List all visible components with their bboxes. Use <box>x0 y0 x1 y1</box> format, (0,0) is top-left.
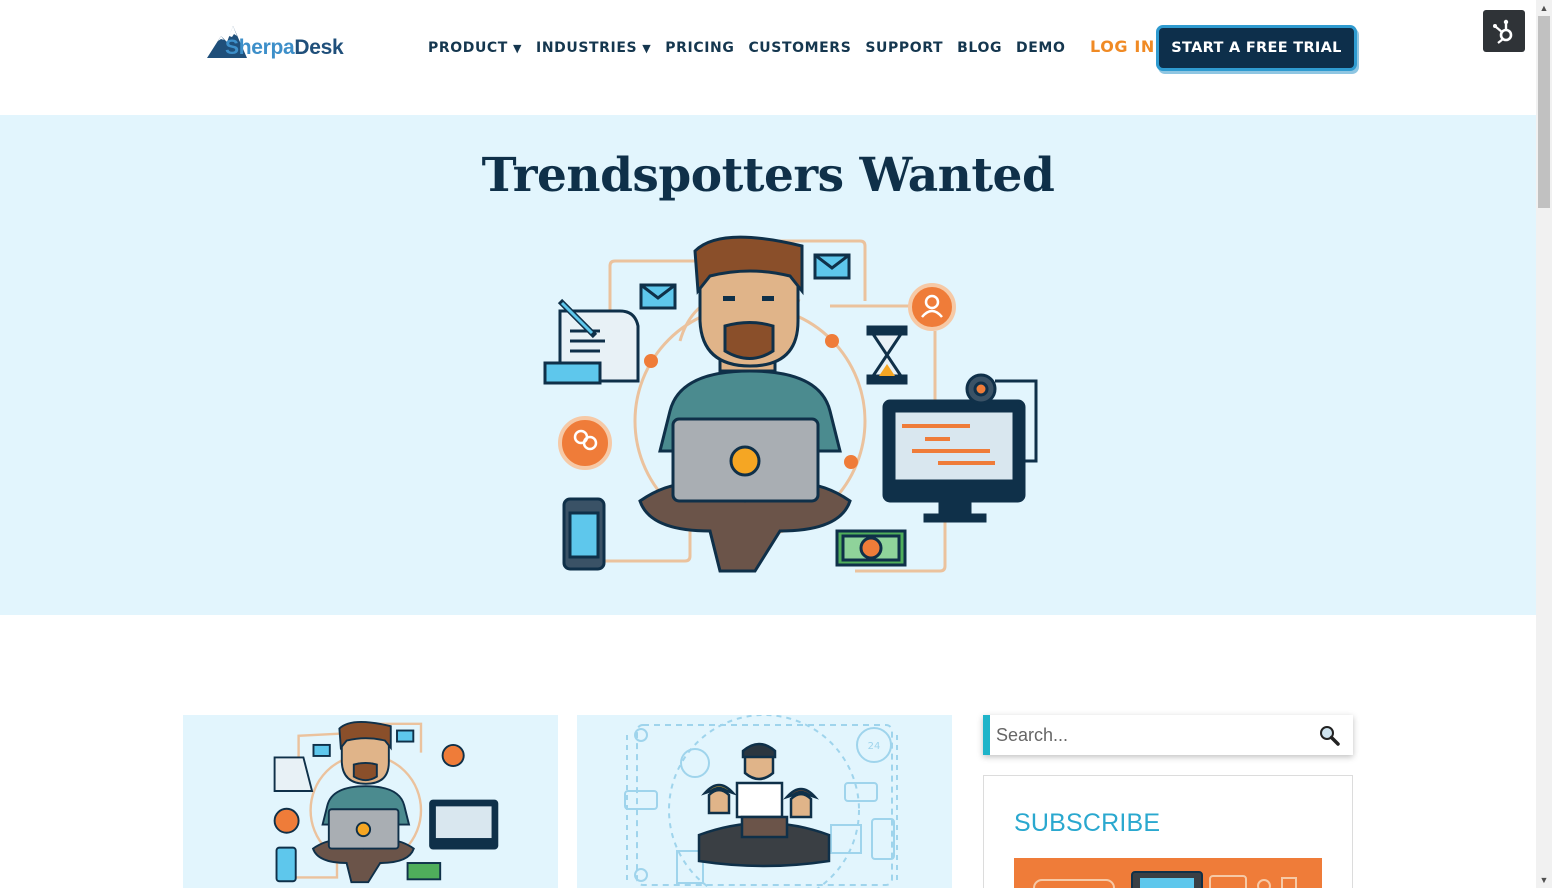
chevron-down-icon: ▼ <box>642 42 652 55</box>
logo-wordmark: SherpaDesk <box>225 36 344 60</box>
nav-industries[interactable]: INDUSTRIES ▼ <box>536 38 651 58</box>
developer-with-laptop-illustration <box>273 721 499 884</box>
scroll-down-arrow-icon[interactable]: ▼ <box>1536 872 1552 888</box>
hero-banner: Trendspotters Wanted <box>0 115 1536 615</box>
hubspot-sprocket-icon[interactable] <box>1483 10 1525 52</box>
page-scrollbar[interactable]: ▲ ▼ <box>1536 0 1552 888</box>
start-free-trial-button[interactable]: START A FREE TRIAL <box>1156 25 1357 71</box>
nav-support[interactable]: SUPPORT <box>865 38 943 58</box>
login-link[interactable]: LOG IN <box>1090 37 1155 56</box>
search-box <box>983 715 1353 755</box>
subscribe-widget: SUBSCRIBE <box>983 775 1353 888</box>
logo-word-sherpa: Sherpa <box>225 36 295 59</box>
post-card[interactable]: 24 <box>577 715 952 888</box>
scroll-up-arrow-icon[interactable]: ▲ <box>1536 0 1552 16</box>
nav-industries-label: INDUSTRIES <box>536 40 638 56</box>
nav-blog[interactable]: BLOG <box>957 38 1002 58</box>
site-header: SherpaDesk PRODUCT ▼ INDUSTRIES ▼ PRICING … <box>0 0 1536 115</box>
magnifier-icon[interactable] <box>1317 724 1341 748</box>
nav-product-label: PRODUCT <box>428 40 508 56</box>
nav-product[interactable]: PRODUCT ▼ <box>428 38 522 58</box>
developer-with-laptop-illustration <box>543 235 1038 573</box>
subscribe-title: SUBSCRIBE <box>1014 809 1161 837</box>
nav-customers[interactable]: CUSTOMERS <box>748 38 851 58</box>
main-nav: PRODUCT ▼ INDUSTRIES ▼ PRICING CUSTOMERS S… <box>428 38 1079 58</box>
nav-demo[interactable]: DEMO <box>1016 38 1065 58</box>
post-card[interactable] <box>183 715 558 888</box>
svg-text:24: 24 <box>868 741 881 752</box>
team-meeting-illustration: 24 <box>624 715 898 888</box>
sherpadesk-logo[interactable]: SherpaDesk <box>207 22 357 64</box>
nav-pricing[interactable]: PRICING <box>665 38 734 58</box>
search-input[interactable] <box>996 717 1306 753</box>
chevron-down-icon: ▼ <box>512 42 523 55</box>
logo-word-desk: Desk <box>294 36 344 59</box>
subscribe-banner-image <box>1014 858 1322 888</box>
scrollbar-thumb[interactable] <box>1538 16 1550 208</box>
page-title: Trendspotters Wanted <box>481 148 1055 203</box>
